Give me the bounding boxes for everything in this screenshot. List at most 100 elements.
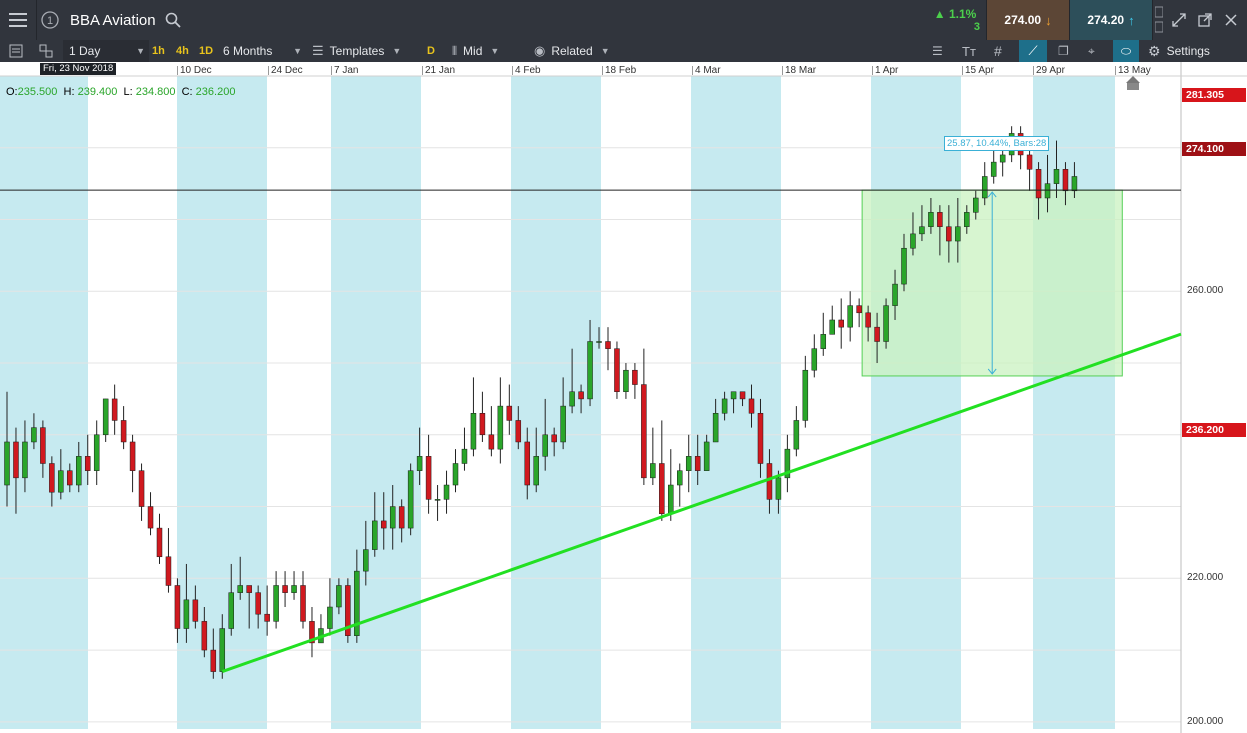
- draw-tools-icon[interactable]: ⟋: [1019, 40, 1047, 62]
- candle-body: [596, 341, 602, 343]
- settings-button[interactable]: ⚙ Settings: [1148, 40, 1210, 62]
- range-label: 6 Months: [223, 44, 273, 58]
- week-band: [0, 76, 88, 729]
- x-tick-label: 24 Dec: [271, 65, 303, 76]
- candle-body: [434, 499, 441, 501]
- expand-icon[interactable]: [1168, 0, 1190, 40]
- related-select[interactable]: ◉ Related ▼: [534, 40, 624, 62]
- home-icon-base: [1127, 83, 1139, 90]
- candle-body: [928, 212, 934, 227]
- text-size-icon[interactable]: Tт: [962, 40, 976, 62]
- close-icon[interactable]: [1220, 0, 1242, 40]
- candle-body: [13, 441, 19, 479]
- candle-body: [479, 413, 486, 436]
- copy-icon[interactable]: ❐: [1058, 40, 1069, 62]
- price-type-label: Mid: [463, 44, 483, 58]
- d-badge[interactable]: D: [427, 40, 435, 62]
- candle-body: [183, 599, 190, 629]
- candle-body: [820, 334, 827, 349]
- info-icon[interactable]: 1: [37, 0, 63, 40]
- week-band: [871, 76, 961, 729]
- candle-body: [955, 226, 961, 242]
- x-tick-mark: [782, 66, 783, 75]
- candle-body: [587, 341, 593, 400]
- candle-body: [416, 456, 423, 471]
- candle-body: [264, 613, 270, 622]
- price-tag-crosshair: 236.200: [1182, 423, 1246, 437]
- x-tick-label: 1 Apr: [875, 65, 899, 76]
- candle-body: [829, 319, 835, 335]
- candle-body: [892, 283, 898, 306]
- candle-body: [533, 456, 539, 486]
- candle-body: [515, 420, 522, 443]
- candle-body: [40, 427, 46, 464]
- quick-1d-button[interactable]: 1D: [199, 40, 213, 62]
- candle-body: [147, 506, 154, 529]
- buy-button[interactable]: 274.20 ↑: [1070, 0, 1153, 40]
- price-change: ▲ 1.1% 3: [924, 0, 987, 40]
- search-icon[interactable]: [163, 0, 183, 40]
- candle-body: [389, 506, 396, 529]
- compare-icon[interactable]: [39, 40, 53, 62]
- x-tick-mark: [177, 66, 178, 75]
- price-type-select[interactable]: ⫴ Mid ▼: [452, 40, 522, 62]
- price-chart[interactable]: [0, 62, 1247, 733]
- candle-body: [641, 384, 647, 479]
- candle-body: [1044, 183, 1051, 199]
- candle-body: [668, 484, 674, 514]
- candle-body: [910, 233, 916, 249]
- layout-icon[interactable]: [9, 40, 23, 62]
- candle-body: [246, 585, 252, 593]
- x-tick-label: 18 Feb: [605, 65, 637, 76]
- settings-label: Settings: [1166, 44, 1210, 58]
- quick-4h-button[interactable]: 4h: [176, 40, 189, 62]
- x-tick-mark: [268, 66, 269, 75]
- open-label: O:: [6, 86, 18, 98]
- candle-body: [120, 420, 127, 443]
- candle-body: [84, 456, 91, 471]
- candle-body: [802, 369, 809, 421]
- candle-body: [1053, 169, 1060, 184]
- candle-body: [461, 448, 468, 464]
- list-icon[interactable]: ☰: [932, 40, 943, 62]
- chevron-down-icon: ▼: [600, 46, 610, 56]
- low-value: 234.800: [135, 86, 176, 98]
- candle-body: [990, 161, 997, 177]
- candle-body: [542, 434, 548, 457]
- candle-body: [1071, 176, 1078, 192]
- x-tick-mark: [331, 66, 332, 75]
- buy-price: 274.20: [1087, 13, 1125, 27]
- related-label: Related: [551, 44, 593, 58]
- chevron-down-icon: ▼: [490, 46, 500, 56]
- price-tag-top: 281.305: [1182, 88, 1246, 102]
- x-tick-label: 4 Mar: [695, 65, 721, 76]
- sell-button[interactable]: 274.00 ↓: [987, 0, 1070, 40]
- templates-select[interactable]: ☰ Templates ▼: [312, 40, 416, 62]
- candle-body: [165, 556, 172, 586]
- label-icon[interactable]: ⬭: [1113, 40, 1139, 62]
- candle-body: [659, 463, 665, 514]
- interval-select[interactable]: 1 Day ▼: [63, 40, 149, 62]
- up-arrow-icon: ▲: [933, 7, 946, 21]
- candle-body: [497, 405, 504, 450]
- crosshair-icon[interactable]: ⌖: [1088, 40, 1095, 62]
- home-icon[interactable]: [1126, 76, 1140, 83]
- x-tick-label: 21 Jan: [425, 65, 456, 76]
- grid-icon[interactable]: #: [994, 40, 1002, 62]
- chart-area[interactable]: [0, 62, 1247, 733]
- week-band: [331, 76, 421, 729]
- scroll-handle-icon[interactable]: [1153, 0, 1165, 40]
- menu-icon[interactable]: [0, 0, 37, 40]
- sell-arrow-icon: ↓: [1045, 12, 1052, 28]
- range-select[interactable]: 6 Months ▼: [218, 40, 304, 62]
- candle-body: [569, 391, 575, 407]
- popout-icon[interactable]: [1194, 0, 1216, 40]
- open-value: 235.500: [17, 86, 58, 98]
- candle-body: [452, 463, 459, 486]
- candle-body: [336, 585, 342, 608]
- candle-body: [623, 369, 629, 392]
- quick-1h-button[interactable]: 1h: [152, 40, 165, 62]
- candle-body: [93, 434, 100, 471]
- y-tick-label: 200.000: [1187, 715, 1224, 727]
- candle-body: [443, 484, 450, 500]
